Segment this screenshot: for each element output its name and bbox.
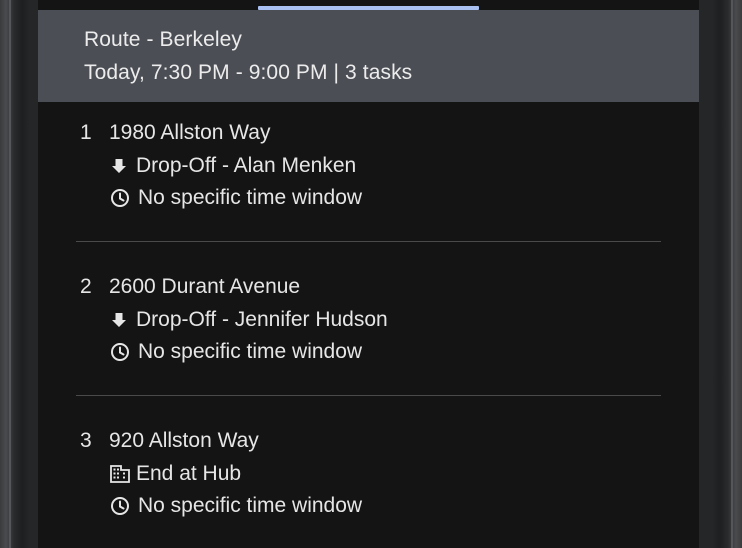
route-title: Route - Berkeley (84, 28, 243, 51)
stop-task: Drop-Off - Alan Menken (110, 154, 356, 178)
stop-address: 1980 Allston Way (109, 121, 271, 144)
stop-task: End at Hub (110, 462, 241, 486)
stop-address: 920 Allston Way (109, 429, 259, 452)
stop-task-label: Drop-Off - Alan Menken (136, 154, 357, 177)
route-summary: Today, 7:30 PM - 9:00 PM | 3 tasks (84, 61, 413, 84)
stop-time-window: No specific time window (110, 186, 362, 210)
arrow-down-icon (110, 310, 128, 330)
device-edge-left (9, 0, 11, 548)
stop-task-label: End at Hub (136, 462, 242, 485)
divider (76, 395, 661, 396)
divider (76, 241, 661, 242)
stop-address: 2600 Durant Avenue (109, 275, 301, 298)
stop-time-label: No specific time window (138, 494, 363, 517)
device-edge-right (731, 0, 733, 548)
stop-time-window: No specific time window (110, 494, 362, 518)
stop-item[interactable]: 3 920 Allston Way End at Hub No specific… (38, 429, 699, 539)
stop-time-label: No specific time window (138, 340, 363, 363)
stop-number: 1 (80, 121, 92, 144)
stop-task-label: Drop-Off - Jennifer Hudson (136, 308, 388, 331)
clock-icon (110, 342, 130, 362)
stop-number: 3 (80, 429, 92, 452)
stop-number: 2 (80, 275, 92, 298)
stop-task: Drop-Off - Jennifer Hudson (110, 308, 388, 332)
clock-icon (110, 188, 130, 208)
route-bottom-sheet: Route - Berkeley Today, 7:30 PM - 9:00 P… (38, 0, 699, 548)
stop-time-label: No specific time window (138, 186, 363, 209)
route-header[interactable]: Route - Berkeley Today, 7:30 PM - 9:00 P… (38, 10, 699, 102)
stop-time-window: No specific time window (110, 340, 362, 364)
stop-item[interactable]: 2 2600 Durant Avenue Drop-Off - Jennifer… (38, 275, 699, 385)
stop-item[interactable]: 1 1980 Allston Way Drop-Off - Alan Menke… (38, 121, 699, 231)
building-icon (110, 464, 130, 484)
arrow-down-icon (110, 156, 128, 176)
clock-icon (110, 496, 130, 516)
